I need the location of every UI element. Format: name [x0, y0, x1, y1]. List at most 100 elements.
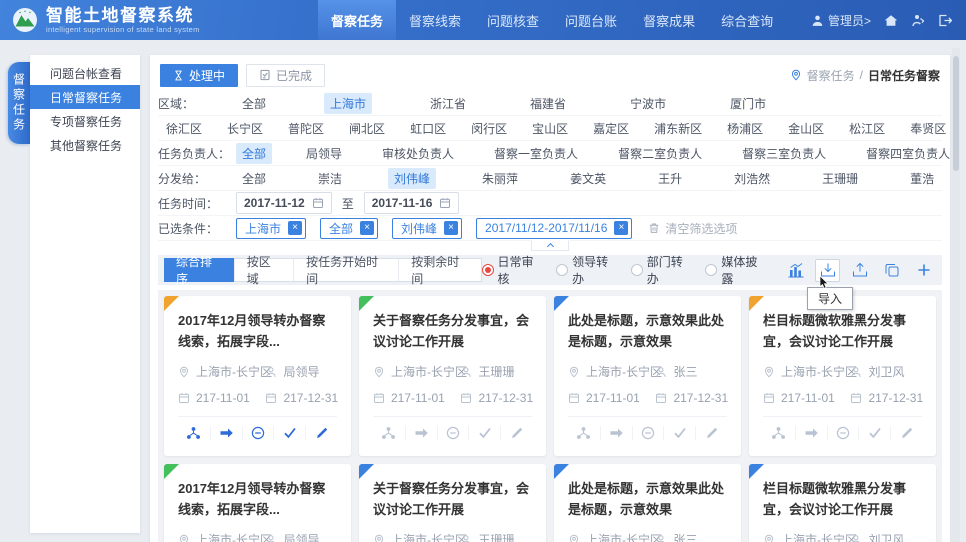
filter-option[interactable]: 督察四室负责人	[860, 143, 950, 164]
filter-option-district[interactable]: 杨浦区	[721, 118, 769, 139]
user-menu[interactable]: 管理员>	[811, 12, 871, 29]
home-icon[interactable]	[884, 14, 898, 27]
filter-option[interactable]: 朱丽萍	[476, 168, 524, 189]
edit-icon[interactable]	[890, 426, 922, 440]
filter-option-district[interactable]: 虹口区	[404, 118, 452, 139]
filter-option-district[interactable]: 奉贤区	[904, 118, 950, 139]
service-icon[interactable]	[911, 14, 925, 27]
filter-option[interactable]: 上海市	[324, 93, 372, 114]
sidebar-item[interactable]: 专项督察任务	[30, 109, 140, 133]
filter-option[interactable]: 姜文英	[564, 168, 612, 189]
check-icon[interactable]	[858, 426, 890, 440]
filter-option-district[interactable]: 松江区	[843, 118, 891, 139]
filter-option[interactable]: 王升	[652, 168, 688, 189]
filter-option-district[interactable]: 闸北区	[343, 118, 391, 139]
remove-icon[interactable]	[827, 426, 859, 440]
filter-option-district[interactable]: 长宁区	[221, 118, 269, 139]
task-card[interactable]: 关于督察任务分发事宜，会议讨论工作开展 上海市-长宁区 王珊珊	[359, 464, 546, 542]
distribute-icon[interactable]	[178, 426, 210, 440]
forward-icon[interactable]	[210, 426, 242, 440]
filter-option[interactable]: 福建省	[524, 93, 572, 114]
filter-option[interactable]: 全部	[236, 143, 272, 164]
remove-icon[interactable]	[437, 426, 469, 440]
distribute-icon[interactable]	[568, 426, 600, 440]
category-radio[interactable]: 媒体披露	[705, 253, 767, 287]
end-date-input[interactable]: 2017-11-16	[364, 192, 460, 214]
filter-option[interactable]: 刘伟峰	[388, 168, 436, 189]
distribute-icon[interactable]	[373, 426, 405, 440]
filter-option[interactable]: 宁波市	[624, 93, 672, 114]
remove-tag-icon[interactable]: ×	[614, 221, 628, 235]
check-icon[interactable]	[468, 426, 500, 440]
sort-tab[interactable]: 综合排序	[164, 258, 234, 282]
nav-item[interactable]: 问题核查	[474, 0, 552, 40]
filter-option-district[interactable]: 普陀区	[282, 118, 330, 139]
task-card[interactable]: 关于督察任务分发事宜，会议讨论工作开展 上海市-长宁区 王珊珊	[359, 296, 546, 456]
sort-tab[interactable]: 按区域	[234, 259, 293, 281]
task-card[interactable]: 2017年12月领导转办督察线索，拓展字段... 上海市-长宁区 局领导	[164, 464, 351, 542]
filter-option-district[interactable]: 宝山区	[526, 118, 574, 139]
forward-icon[interactable]	[405, 426, 437, 440]
filter-option[interactable]: 督察一室负责人	[488, 143, 584, 164]
filter-option-district[interactable]: 闵行区	[465, 118, 513, 139]
sidebar-item[interactable]: 问题台帐查看	[30, 61, 140, 85]
filter-option[interactable]: 董浩	[904, 168, 940, 189]
category-radio[interactable]: 领导转办	[556, 253, 618, 287]
filter-option[interactable]: 浙江省	[424, 93, 472, 114]
nav-item[interactable]: 督察线索	[396, 0, 474, 40]
plus-icon[interactable]	[911, 259, 936, 282]
sort-tab[interactable]: 按任务开始时间	[293, 259, 398, 281]
filter-option[interactable]: 崇洁	[312, 168, 348, 189]
collapse-filters-button[interactable]	[531, 240, 569, 251]
scrollbar-thumb[interactable]	[953, 56, 959, 171]
remove-tag-icon[interactable]: ×	[288, 221, 302, 235]
check-icon[interactable]	[273, 426, 305, 440]
filter-option[interactable]: 王珊珊	[816, 168, 864, 189]
sidebar-tab-supervision-tasks[interactable]: 督察任务	[8, 62, 30, 144]
task-card[interactable]: 栏目标题微软雅黑分发事宜，会议讨论工作开展 上海市-长宁区 刘卫风	[749, 296, 936, 456]
logout-icon[interactable]	[938, 14, 952, 27]
filter-option[interactable]: 督察二室负责人	[612, 143, 708, 164]
task-card[interactable]: 2017年12月领导转办督察线索，拓展字段... 上海市-长宁区 局领导	[164, 296, 351, 456]
nav-item[interactable]: 问题台账	[552, 0, 630, 40]
filter-option-district[interactable]: 嘉定区	[587, 118, 635, 139]
remove-icon[interactable]	[242, 426, 274, 440]
sidebar-item[interactable]: 其他督察任务	[30, 133, 140, 157]
filter-option[interactable]: 全部	[236, 168, 272, 189]
remove-icon[interactable]	[632, 426, 664, 440]
edit-icon[interactable]	[695, 426, 727, 440]
check-icon[interactable]	[663, 426, 695, 440]
category-radio[interactable]: 日常审核	[482, 253, 544, 287]
forward-icon[interactable]	[600, 426, 632, 440]
forward-icon[interactable]	[795, 426, 827, 440]
sort-tab[interactable]: 按剩余时间	[398, 259, 480, 281]
copy-icon[interactable]	[879, 259, 904, 282]
tab-processing[interactable]: 处理中	[160, 64, 238, 87]
tab-completed[interactable]: 已完成	[246, 64, 325, 87]
filter-option[interactable]: 局领导	[300, 143, 348, 164]
remove-tag-icon[interactable]: ×	[444, 221, 458, 235]
chart-icon[interactable]	[783, 259, 808, 282]
filter-option[interactable]: 刘浩然	[728, 168, 776, 189]
edit-icon[interactable]	[305, 426, 337, 440]
edit-icon[interactable]	[500, 426, 532, 440]
filter-option-district[interactable]: 浦东新区	[648, 118, 708, 139]
filter-option[interactable]: 审核处负责人	[376, 143, 460, 164]
start-date-input[interactable]: 2017-11-12	[236, 192, 332, 214]
task-card[interactable]: 此处是标题，示意效果此处是标题，示意效果 上海市-长宁区 张三	[554, 464, 741, 542]
category-radio[interactable]: 部门转办	[631, 253, 693, 287]
import-icon[interactable]: 导入	[815, 259, 840, 282]
page-scrollbar[interactable]	[952, 48, 960, 542]
nav-item[interactable]: 督察任务	[318, 0, 396, 40]
nav-item[interactable]: 综合查询	[708, 0, 786, 40]
nav-item[interactable]: 督察成果	[630, 0, 708, 40]
distribute-icon[interactable]	[763, 426, 795, 440]
filter-option[interactable]: 厦门市	[724, 93, 772, 114]
remove-tag-icon[interactable]: ×	[360, 221, 374, 235]
task-card[interactable]: 此处是标题，示意效果此处是标题，示意效果 上海市-长宁区 张三	[554, 296, 741, 456]
breadcrumb-root[interactable]: 督察任务	[807, 67, 855, 84]
filter-option-district[interactable]: 徐汇区	[160, 118, 208, 139]
export-icon[interactable]	[847, 259, 872, 282]
filter-option[interactable]: 全部	[236, 93, 272, 114]
sidebar-item[interactable]: 日常督察任务	[30, 85, 140, 109]
